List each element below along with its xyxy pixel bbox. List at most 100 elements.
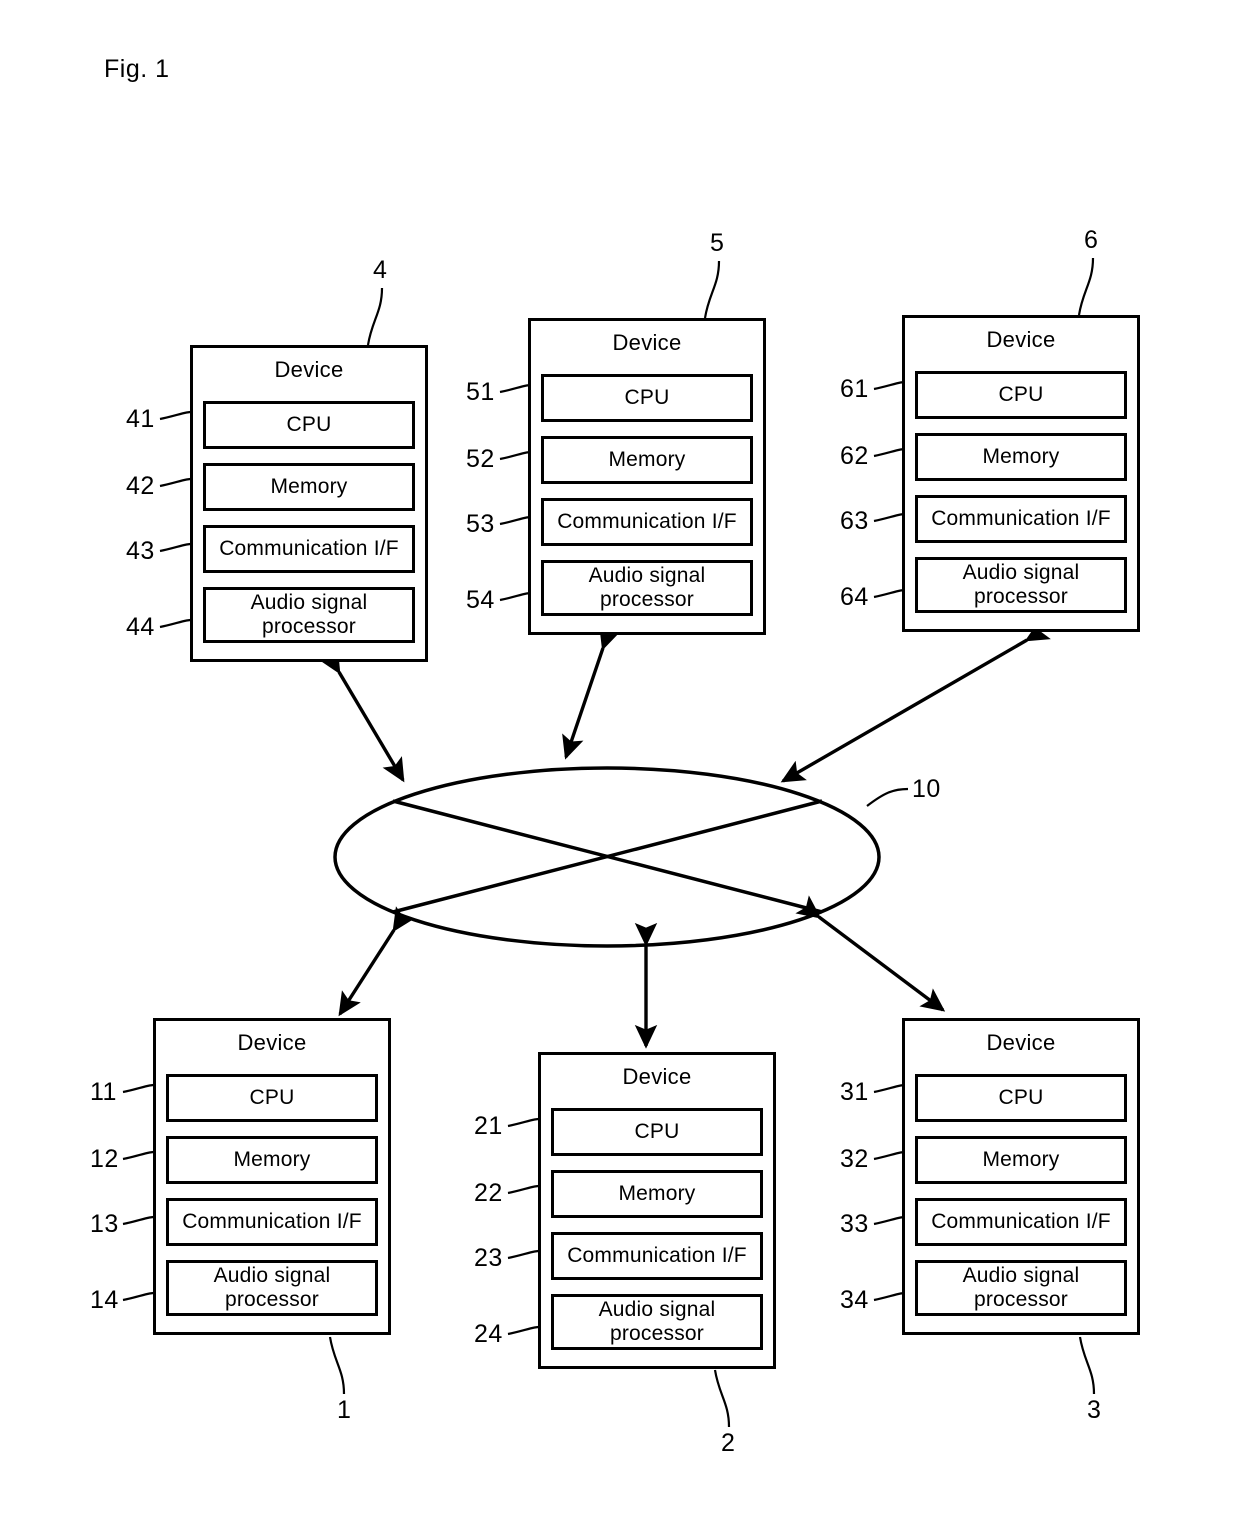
leader-device-3 — [1078, 1336, 1096, 1395]
ref-device-1: 1 — [337, 1396, 352, 1424]
device-4-components: CPU Memory Communication I/F Audio signa… — [193, 381, 425, 653]
connector-device-4 — [318, 648, 405, 783]
ref-comp-64: 64 — [840, 583, 869, 611]
device-6-memory-label: Memory — [982, 445, 1060, 469]
device-4-memory-label: Memory — [270, 475, 348, 499]
connector-device-3 — [795, 895, 946, 1012]
ref-comp-63: 63 — [840, 507, 869, 535]
ref-comp-41: 41 — [126, 405, 155, 433]
device-2-audio-signal-processor-label: Audio signal processor — [598, 1298, 716, 1345]
ref-comp-43: 43 — [126, 537, 155, 565]
device-3-cpu-label: CPU — [998, 1086, 1044, 1110]
device-3-components: CPU Memory Communication I/F Audio signa… — [905, 1054, 1137, 1326]
device-2-cpu[interactable]: CPU — [551, 1108, 763, 1156]
device-1-communication-if[interactable]: Communication I/F — [166, 1198, 378, 1246]
ref-comp-22: 22 — [474, 1179, 503, 1207]
ref-comp-23: 23 — [474, 1244, 503, 1272]
device-box-2[interactable]: Device CPU Memory Communication I/F Audi… — [538, 1052, 776, 1369]
device-4-communication-if[interactable]: Communication I/F — [203, 525, 415, 573]
device-5-title: Device — [612, 330, 682, 355]
device-6-memory[interactable]: Memory — [915, 433, 1127, 481]
device-1-cpu[interactable]: CPU — [166, 1074, 378, 1122]
device-5-memory-label: Memory — [608, 448, 686, 472]
ref-comp-31: 31 — [840, 1078, 869, 1106]
ref-device-3: 3 — [1087, 1396, 1102, 1424]
ref-comp-14: 14 — [90, 1286, 119, 1314]
device-1-cpu-label: CPU — [249, 1086, 295, 1110]
device-2-title: Device — [622, 1064, 692, 1089]
ref-network-10: 10 — [912, 775, 941, 803]
ref-comp-11: 11 — [90, 1078, 117, 1106]
device-3-audio-signal-processor[interactable]: Audio signal processor — [915, 1260, 1127, 1316]
device-5-audio-signal-processor[interactable]: Audio signal processor — [541, 560, 753, 616]
device-5-cpu[interactable]: CPU — [541, 374, 753, 422]
device-5-cpu-label: CPU — [624, 386, 670, 410]
ref-comp-52: 52 — [466, 445, 495, 473]
ref-comp-33: 33 — [840, 1210, 869, 1238]
device-2-communication-if[interactable]: Communication I/F — [551, 1232, 763, 1280]
device-5-components: CPU Memory Communication I/F Audio signa… — [531, 354, 763, 626]
device-2-memory-label: Memory — [618, 1182, 696, 1206]
ref-comp-54: 54 — [466, 586, 495, 614]
device-4-title: Device — [274, 357, 344, 382]
leader-device-2 — [713, 1369, 731, 1428]
device-box-4[interactable]: Device CPU Memory Communication I/F Audi… — [190, 345, 428, 662]
device-2-cpu-label: CPU — [634, 1120, 680, 1144]
device-3-communication-if[interactable]: Communication I/F — [915, 1198, 1127, 1246]
device-6-audio-signal-processor[interactable]: Audio signal processor — [915, 557, 1127, 613]
device-3-memory-label: Memory — [982, 1148, 1060, 1172]
leader-device-1 — [328, 1336, 346, 1395]
connector-device-1 — [338, 906, 415, 1017]
device-3-communication-if-label: Communication I/F — [931, 1210, 1111, 1234]
device-2-audio-signal-processor[interactable]: Audio signal processor — [551, 1294, 763, 1350]
ref-comp-32: 32 — [840, 1145, 869, 1173]
device-box-5[interactable]: Device CPU Memory Communication I/F Audi… — [528, 318, 766, 635]
device-2-components: CPU Memory Communication I/F Audio signa… — [541, 1088, 773, 1360]
device-box-6[interactable]: Device CPU Memory Communication I/F Audi… — [902, 315, 1140, 632]
device-4-cpu-label: CPU — [286, 413, 332, 437]
ref-comp-53: 53 — [466, 510, 495, 538]
ref-comp-61: 61 — [840, 375, 869, 403]
device-4-audio-signal-processor-label: Audio signal processor — [250, 591, 368, 638]
device-6-cpu[interactable]: CPU — [915, 371, 1127, 419]
device-3-memory[interactable]: Memory — [915, 1136, 1127, 1184]
ref-comp-21: 21 — [474, 1112, 503, 1140]
device-3-title: Device — [986, 1030, 1056, 1055]
device-1-communication-if-label: Communication I/F — [182, 1210, 362, 1234]
ref-device-6: 6 — [1084, 226, 1099, 254]
device-1-components: CPU Memory Communication I/F Audio signa… — [156, 1054, 388, 1326]
device-4-audio-signal-processor[interactable]: Audio signal processor — [203, 587, 415, 643]
ref-device-5: 5 — [710, 229, 725, 257]
device-1-title: Device — [237, 1030, 307, 1055]
device-4-cpu[interactable]: CPU — [203, 401, 415, 449]
device-4-memory[interactable]: Memory — [203, 463, 415, 511]
device-5-communication-if-label: Communication I/F — [557, 510, 737, 534]
device-1-memory-label: Memory — [233, 1148, 311, 1172]
leader-device-6 — [1077, 257, 1095, 316]
device-3-cpu[interactable]: CPU — [915, 1074, 1127, 1122]
ref-comp-62: 62 — [840, 442, 869, 470]
network-ref-leader — [866, 787, 909, 807]
device-1-memory[interactable]: Memory — [166, 1136, 378, 1184]
device-6-communication-if[interactable]: Communication I/F — [915, 495, 1127, 543]
ref-comp-34: 34 — [840, 1286, 869, 1314]
ref-comp-12: 12 — [90, 1145, 119, 1173]
device-1-audio-signal-processor[interactable]: Audio signal processor — [166, 1260, 378, 1316]
connector-device-5 — [562, 624, 621, 760]
device-4-communication-if-label: Communication I/F — [219, 537, 399, 561]
device-2-communication-if-label: Communication I/F — [567, 1244, 747, 1268]
device-6-audio-signal-processor-label: Audio signal processor — [962, 561, 1080, 608]
ref-comp-13: 13 — [90, 1210, 119, 1238]
device-5-audio-signal-processor-label: Audio signal processor — [588, 564, 706, 611]
device-6-title: Device — [986, 327, 1056, 352]
connector-device-6 — [780, 619, 1051, 783]
device-2-memory[interactable]: Memory — [551, 1170, 763, 1218]
device-3-audio-signal-processor-label: Audio signal processor — [962, 1264, 1080, 1311]
device-box-1[interactable]: Device CPU Memory Communication I/F Audi… — [153, 1018, 391, 1335]
device-5-communication-if[interactable]: Communication I/F — [541, 498, 753, 546]
device-5-memory[interactable]: Memory — [541, 436, 753, 484]
ref-device-4: 4 — [373, 256, 388, 284]
device-box-3[interactable]: Device CPU Memory Communication I/F Audi… — [902, 1018, 1140, 1335]
leader-device-4 — [366, 287, 384, 346]
figure-page: Fig. 1 Device CPU Memory Communication I… — [0, 0, 1240, 1519]
